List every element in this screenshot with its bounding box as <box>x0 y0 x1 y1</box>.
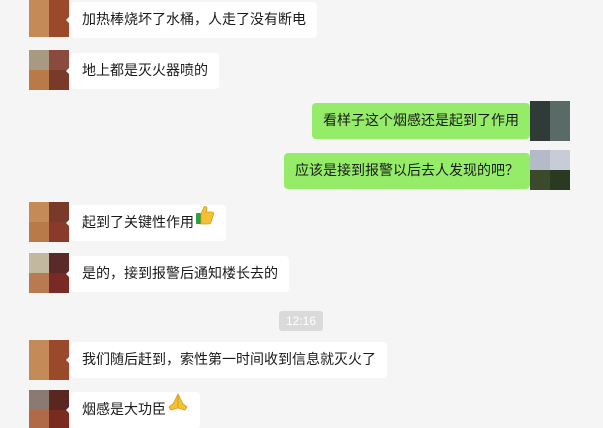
message-bubble-incoming[interactable]: 地上都是灭火器喷的 <box>66 53 219 89</box>
message-bubble-incoming[interactable]: 是的，接到报警后通知楼长去的 <box>66 256 289 292</box>
message-bubble-incoming[interactable]: 加热棒烧坏了水桶，人走了没有断电 <box>66 2 317 38</box>
contact-avatar[interactable] <box>29 390 69 428</box>
self-avatar[interactable] <box>530 101 570 141</box>
message-text: 烟感是大功臣 <box>82 402 166 418</box>
message-text: 看样子这个烟感还是起到了作用 <box>323 113 519 129</box>
message-text: 起到了关键性作用 <box>82 215 194 231</box>
message-text: 加热棒烧坏了水桶，人走了没有断电 <box>82 12 306 28</box>
chat-window: 加热棒烧坏了水桶，人走了没有断电 地上都是灭火器喷的 看样子这个烟感还是起到了作… <box>0 0 603 428</box>
message-text: 地上都是灭火器喷的 <box>82 63 208 79</box>
folded-hands-icon <box>167 390 189 426</box>
contact-avatar[interactable] <box>29 340 69 380</box>
contact-avatar[interactable] <box>29 50 69 90</box>
message-bubble-outgoing[interactable]: 看样子这个烟感还是起到了作用 <box>312 103 535 139</box>
message-bubble-incoming[interactable]: 烟感是大功臣 <box>66 390 200 428</box>
thumbs-up-icon <box>195 203 215 239</box>
message-text: 我们随后赶到，索性第一时间收到信息就灭火了 <box>82 352 376 368</box>
self-avatar[interactable] <box>530 150 570 190</box>
contact-avatar[interactable] <box>29 202 69 242</box>
contact-avatar[interactable] <box>29 0 69 37</box>
message-bubble-outgoing[interactable]: 应该是接到报警以后去人发现的吧？ <box>284 153 535 189</box>
message-text: 应该是接到报警以后去人发现的吧？ <box>295 163 519 179</box>
message-bubble-incoming[interactable]: 我们随后赶到，索性第一时间收到信息就灭火了 <box>66 342 387 378</box>
contact-avatar[interactable] <box>29 253 69 293</box>
message-text: 是的，接到报警后通知楼长去的 <box>82 266 278 282</box>
message-timestamp: 12:16 <box>279 311 324 331</box>
message-bubble-incoming[interactable]: 起到了关键性作用 <box>66 203 226 241</box>
